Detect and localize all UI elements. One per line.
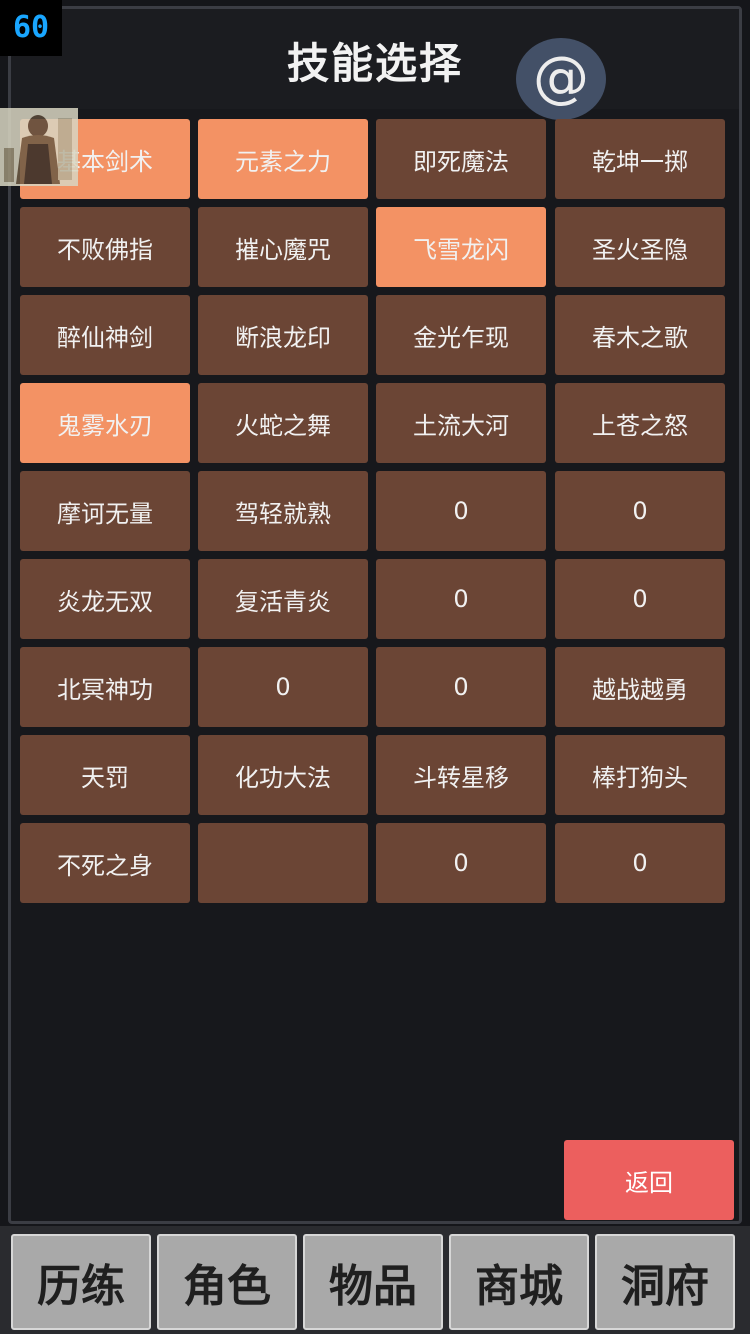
nav-tab[interactable]: 洞府 <box>595 1234 735 1330</box>
skill-cell[interactable]: 不败佛指 <box>20 207 190 287</box>
skill-cell[interactable]: 天罚 <box>20 735 190 815</box>
skill-cell[interactable]: 断浪龙印 <box>198 295 368 375</box>
skill-cell[interactable]: 不死之身 <box>20 823 190 903</box>
skill-cell[interactable]: 0 <box>376 559 546 639</box>
skill-cell[interactable]: 金光乍现 <box>376 295 546 375</box>
skill-cell[interactable]: 0 <box>376 647 546 727</box>
skill-cell[interactable]: 驾轻就熟 <box>198 471 368 551</box>
app-frame: 技能选择 60 @ 基本剑术 元素之力 即死魔法 乾坤一掷 不败佛指 摧心魔咒 飞雪龙闪 圣火… <box>0 0 750 1334</box>
skill-cell[interactable]: 0 <box>555 471 725 551</box>
nav-tab[interactable]: 角色 <box>157 1234 297 1330</box>
skill-cell[interactable]: 0 <box>555 823 725 903</box>
skill-cell[interactable]: 炎龙无双 <box>20 559 190 639</box>
skill-cell[interactable]: 斗转星移 <box>376 735 546 815</box>
bottom-nav: 历练 角色 物品 商城 洞府 <box>0 1226 750 1334</box>
skill-cell[interactable]: 0 <box>376 471 546 551</box>
skill-cell[interactable]: 飞雪龙闪 <box>376 207 546 287</box>
fps-counter: 60 <box>0 0 62 56</box>
skill-cell[interactable]: 0 <box>555 559 725 639</box>
skill-cell[interactable]: 春木之歌 <box>555 295 725 375</box>
skill-cell[interactable]: 醉仙神剑 <box>20 295 190 375</box>
nav-tab[interactable]: 商城 <box>449 1234 589 1330</box>
skill-cell[interactable]: 摩诃无量 <box>20 471 190 551</box>
skill-cell[interactable]: 鬼雾水刃 <box>20 383 190 463</box>
skill-cell[interactable]: 乾坤一掷 <box>555 119 725 199</box>
skill-cell[interactable]: 土流大河 <box>376 383 546 463</box>
nav-tab[interactable]: 物品 <box>303 1234 443 1330</box>
avatar[interactable] <box>0 108 78 186</box>
skill-cell[interactable]: 0 <box>198 647 368 727</box>
skill-cell[interactable]: 摧心魔咒 <box>198 207 368 287</box>
skill-cell[interactable]: 上苍之怒 <box>555 383 725 463</box>
skill-cell[interactable]: 复活青炎 <box>198 559 368 639</box>
skill-cell[interactable]: 圣火圣隐 <box>555 207 725 287</box>
page-title: 技能选择 <box>286 39 463 88</box>
skill-cell[interactable]: 化功大法 <box>198 735 368 815</box>
skill-cell[interactable]: 北冥神功 <box>20 647 190 727</box>
skill-cell[interactable]: 越战越勇 <box>555 647 725 727</box>
nav-tab[interactable]: 历练 <box>11 1234 151 1330</box>
at-button[interactable]: @ <box>516 38 606 120</box>
back-button[interactable]: 返回 <box>564 1140 734 1220</box>
character-portrait-icon <box>0 108 78 186</box>
skill-cell[interactable]: 火蛇之舞 <box>198 383 368 463</box>
skill-cell[interactable]: 0 <box>376 823 546 903</box>
skill-cell[interactable] <box>198 823 368 903</box>
skill-cell[interactable]: 即死魔法 <box>376 119 546 199</box>
skill-cell[interactable]: 棒打狗头 <box>555 735 725 815</box>
skill-cell[interactable]: 元素之力 <box>198 119 368 199</box>
